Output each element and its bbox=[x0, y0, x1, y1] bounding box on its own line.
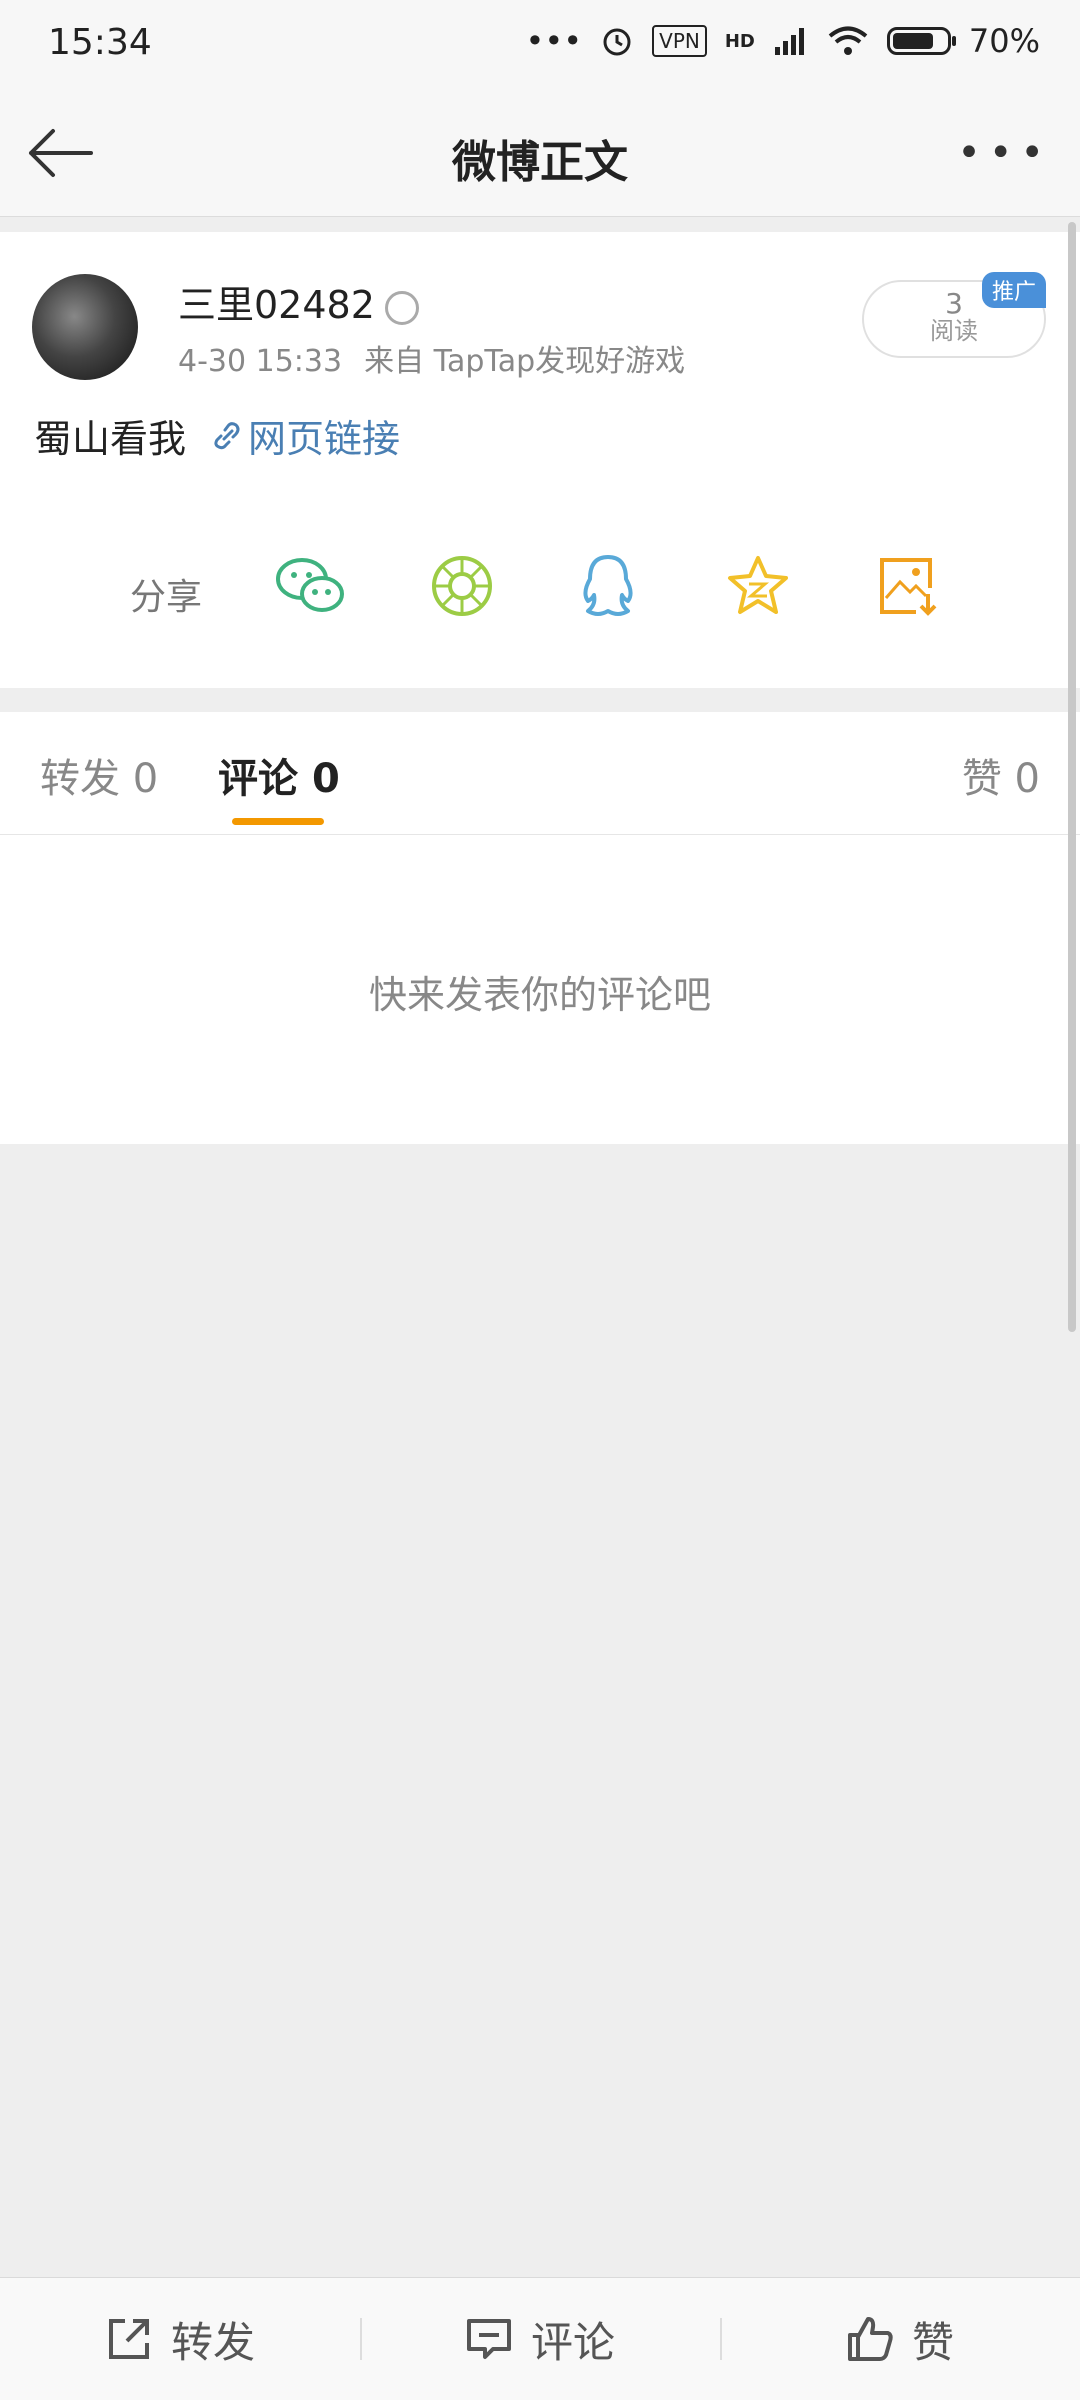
comment-button[interactable]: 评论 bbox=[360, 2278, 720, 2400]
tab-repost-count: 0 bbox=[132, 756, 159, 802]
moments-icon bbox=[432, 556, 492, 616]
avatar[interactable] bbox=[32, 274, 138, 380]
nav-bar: 微博正文 ••• bbox=[0, 90, 1080, 217]
qzone-icon bbox=[728, 556, 788, 614]
battery-percent: 70% bbox=[968, 22, 1040, 60]
tab-comment-count: 0 bbox=[311, 756, 340, 802]
vpn-badge: VPN bbox=[652, 25, 707, 57]
post-date: 4-30 15:33 bbox=[178, 344, 343, 379]
username[interactable]: 三里02482 bbox=[178, 283, 375, 327]
like-button[interactable]: 赞 bbox=[720, 2278, 1080, 2400]
username-row[interactable]: 三里02482 bbox=[178, 274, 419, 329]
alarm-icon bbox=[603, 28, 631, 56]
scrollbar[interactable] bbox=[1068, 222, 1076, 1332]
comment-label: 评论 bbox=[530, 2317, 615, 2367]
status-bar: 15:34 ••• VPN HD 70% bbox=[0, 0, 1080, 90]
tab-comment[interactable]: 评论 0 bbox=[218, 746, 340, 804]
empty-comments-hint: 快来发表你的评论吧 bbox=[368, 973, 711, 1017]
cell-signal-icon bbox=[774, 28, 804, 55]
repost-label: 转发 bbox=[170, 2317, 255, 2367]
qq-icon bbox=[583, 555, 633, 616]
page-title: 微博正文 bbox=[452, 137, 628, 188]
post-source[interactable]: 来自 TapTap发现好游戏 bbox=[364, 344, 685, 379]
qzone-share-button[interactable] bbox=[718, 546, 798, 626]
bottom-action-bar: 转发 评论 赞 bbox=[0, 2277, 1080, 2400]
post-text: 蜀山看我 bbox=[34, 417, 187, 461]
more-options-button[interactable]: ••• bbox=[957, 130, 1052, 176]
thumbs-up-icon bbox=[847, 2317, 893, 2361]
share-row: 分享 bbox=[0, 532, 1080, 652]
tab-repost[interactable]: 转发 0 bbox=[40, 746, 158, 804]
link-icon bbox=[214, 421, 240, 449]
medal-icon bbox=[384, 290, 419, 325]
repost-button[interactable]: 转发 bbox=[0, 2278, 360, 2400]
web-link[interactable]: 网页链接 bbox=[210, 408, 400, 463]
web-link-label[interactable]: 网页链接 bbox=[248, 408, 400, 463]
post-meta: 4-30 15:33 来自 TapTap发现好游戏 bbox=[178, 336, 685, 380]
comment-icon bbox=[466, 2319, 511, 2359]
active-tab-indicator bbox=[232, 818, 324, 825]
share-label: 分享 bbox=[130, 577, 203, 618]
repost-icon bbox=[108, 2319, 149, 2359]
wechat-icon bbox=[276, 558, 344, 612]
tab-like[interactable]: 赞 0 bbox=[962, 746, 1040, 804]
status-time: 15:34 bbox=[48, 22, 152, 63]
wifi-icon bbox=[828, 26, 868, 55]
notification-dots: ••• bbox=[525, 22, 583, 60]
battery-icon bbox=[886, 27, 956, 55]
post-card: 三里02482 4-30 15:33 来自 TapTap发现好游戏 3 阅读 推广… bbox=[0, 232, 1080, 688]
save-image-button[interactable] bbox=[868, 546, 948, 626]
read-label: 阅读 bbox=[930, 317, 978, 345]
tab-like-label: 赞 bbox=[961, 756, 1002, 802]
interaction-tabs: 转发 0 评论 0 赞 0 bbox=[0, 712, 1080, 835]
promo-tag[interactable]: 推广 bbox=[981, 272, 1046, 308]
like-label: 赞 bbox=[911, 2317, 954, 2367]
interaction-panel: 转发 0 评论 0 赞 0 快来发表你的评论吧 bbox=[0, 712, 1080, 1144]
tab-comment-label: 评论 bbox=[218, 756, 298, 802]
save-image-icon bbox=[880, 558, 937, 616]
qq-share-button[interactable] bbox=[568, 546, 648, 626]
tab-repost-label: 转发 bbox=[40, 756, 120, 802]
status-icons: ••• VPN HD 70% bbox=[526, 22, 1040, 60]
tab-like-count: 0 bbox=[1014, 756, 1040, 802]
hd-signal-label: HD bbox=[724, 30, 755, 52]
moments-share-button[interactable] bbox=[422, 546, 502, 626]
wechat-share-button[interactable] bbox=[270, 546, 350, 626]
